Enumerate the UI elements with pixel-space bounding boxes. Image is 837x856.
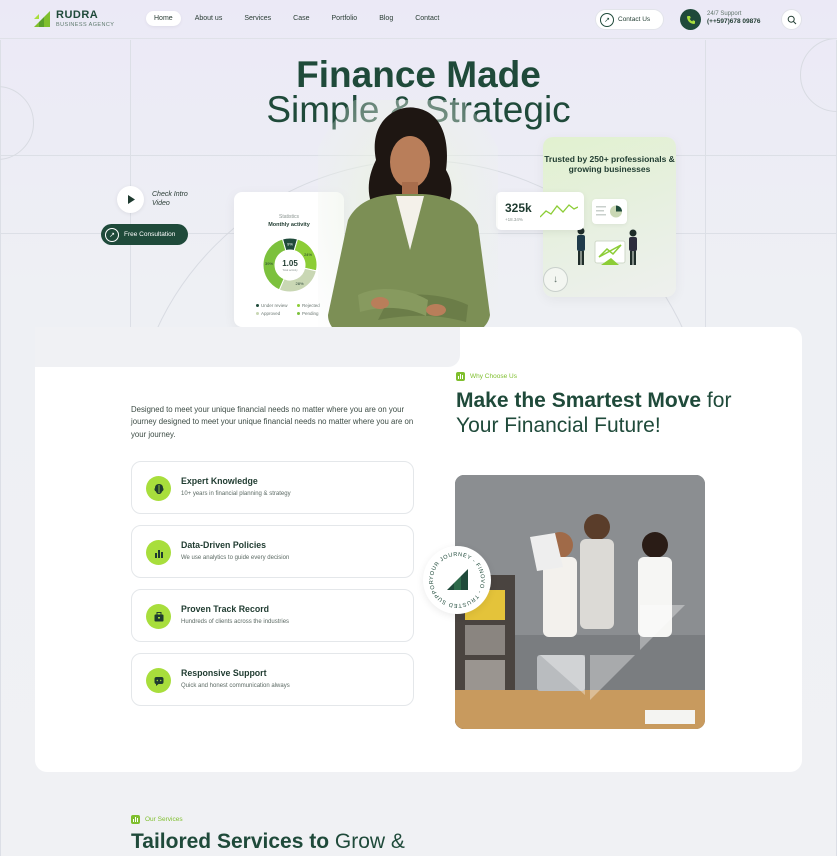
services-title-bold: Tailored Services to [131, 830, 330, 853]
activity-donut-chart: 9% 24% 28% 39% 1.05Total activity [262, 237, 318, 293]
intro-paragraph: Designed to meet your unique financial n… [131, 405, 414, 439]
donut-slice-label: 28% [296, 281, 304, 286]
legend-label: Pending [302, 311, 319, 316]
nav-services[interactable]: Services [236, 11, 279, 26]
brain-icon [146, 476, 171, 501]
tag-chart-icon [131, 815, 140, 824]
feature-card-expert-knowledge[interactable]: Expert Knowledge 10+ years in financial … [131, 461, 414, 514]
badge-ring-svg: YOUR JOURNEY - FINOVO - TRUSTED SUPPORT … [421, 542, 485, 608]
badge-text: YOUR JOURNEY - FINOVO - TRUSTED SUPPORT … [423, 546, 485, 608]
arrow-up-right-icon: ↗ [600, 12, 614, 27]
trusted-text: Trusted by 250+ professionals & growing … [544, 154, 675, 175]
free-consultation-button[interactable]: ↗ Free Consultation [101, 224, 188, 245]
brand-name: RUDRA [56, 9, 99, 21]
feature-desc: Quick and honest communication always [181, 683, 290, 689]
donut-center-sub: Total activity [282, 268, 298, 272]
business-people-illustration [577, 227, 637, 265]
feature-title: Responsive Support [181, 668, 267, 678]
feature-title: Expert Knowledge [181, 476, 258, 486]
feature-title: Proven Track Record [181, 604, 270, 614]
mini-pie-card [592, 199, 627, 224]
page: RUDRA BUSINESS AGENCY Home About us Serv… [0, 0, 837, 856]
arrow-down-icon[interactable]: ↓ [543, 267, 568, 292]
feature-card-data-driven[interactable]: Data-Driven Policies We use analytics to… [131, 525, 414, 578]
feature-title: Data-Driven Policies [181, 540, 267, 550]
donut-slice-label: 39% [265, 261, 273, 266]
growth-metric-change: +18.34% [505, 217, 523, 222]
contact-us-label: Contact Us [618, 16, 651, 23]
services-tag-label: Our Services [145, 816, 183, 823]
phone-icon[interactable] [680, 9, 701, 30]
nav-case[interactable]: Case [285, 11, 317, 26]
growth-metric-card: 325k +18.34% [496, 192, 584, 230]
logo-mark-icon [34, 11, 50, 28]
chat-icon [146, 668, 171, 693]
briefcase-glyph-icon [154, 611, 163, 621]
donut-slice-label: 9% [287, 242, 293, 247]
chat-glyph-icon [154, 676, 163, 686]
team-office-photo [455, 475, 705, 729]
bar-chart-icon [146, 540, 171, 565]
legend-label: Under review [261, 303, 288, 308]
feature-card-responsive-support[interactable]: Responsive Support Quick and honest comm… [131, 653, 414, 706]
why-tag-label: Why Choose Us [470, 373, 517, 380]
services-tag: Our Services [131, 815, 183, 824]
arrow-up-right-icon: ↗ [105, 227, 119, 242]
play-icon[interactable] [117, 186, 144, 213]
legend-label: Approved [261, 311, 281, 316]
badge-text-path: YOUR JOURNEY - FINOVO - TRUSTED SUPPORT … [421, 542, 485, 608]
briefcase-icon [146, 604, 171, 629]
free-consultation-label: Free Consultation [124, 231, 176, 238]
tag-chart-icon [456, 372, 465, 381]
search-button[interactable] [781, 9, 802, 30]
top-navbar: RUDRA BUSINESS AGENCY Home About us Serv… [0, 0, 837, 39]
legend-item: Approved [256, 311, 297, 316]
contact-us-button[interactable]: ↗ Contact Us [595, 9, 664, 30]
nav-contact[interactable]: Contact [407, 11, 447, 26]
support-label: 24/7 Support [707, 11, 742, 17]
donut-center-value: 1.05 [282, 259, 298, 268]
services-title-rest: Grow & [329, 830, 405, 853]
grid-line [0, 40, 1, 856]
bar-chart-glyph-icon [154, 549, 163, 558]
team-photo-illustration [455, 475, 705, 729]
brand-tagline: BUSINESS AGENCY [56, 22, 115, 28]
main-menu: Home About us Services Case Portfolio Bl… [146, 11, 453, 26]
feature-desc: We use analytics to guide every decision [181, 555, 290, 561]
support-phone[interactable]: (++597)678 09876 [707, 18, 761, 25]
brand-logo[interactable]: RUDRA BUSINESS AGENCY [34, 10, 114, 29]
support-info: 24/7 Support (++597)678 09876 [707, 11, 761, 25]
intro-video-link[interactable]: Check Intro Video [117, 186, 192, 213]
nav-home[interactable]: Home [146, 11, 181, 26]
donut-slice-label: 24% [304, 252, 312, 257]
brain-glyph-icon [153, 483, 164, 494]
why-choose-tag: Why Choose Us [456, 372, 517, 381]
search-icon [787, 15, 796, 24]
why-title: Make the Smartest Move for Your Financia… [456, 389, 746, 438]
feature-desc: 10+ years in financial planning & strate… [181, 491, 291, 497]
nav-blog[interactable]: Blog [371, 11, 401, 26]
trusted-support-badge: YOUR JOURNEY - FINOVO - TRUSTED SUPPORT … [421, 542, 491, 614]
nav-about[interactable]: About us [187, 11, 231, 26]
play-glyph-icon [127, 195, 135, 204]
services-title: Tailored Services to Grow & [131, 830, 405, 854]
mini-pie-chart [596, 205, 622, 218]
sparkline-chart [540, 204, 578, 218]
why-title-bold: Make the Smartest Move [456, 389, 702, 412]
feature-card-track-record[interactable]: Proven Track Record Hundreds of clients … [131, 589, 414, 642]
growth-metric-value: 325k [505, 201, 532, 215]
card-notch [35, 327, 460, 367]
nav-portfolio[interactable]: Portfolio [324, 11, 366, 26]
intro-video-label: Check Intro Video [152, 191, 188, 207]
legend-item: Under review [256, 303, 297, 308]
phone-glyph-icon [686, 15, 695, 24]
feature-desc: Hundreds of clients across the industrie… [181, 619, 290, 625]
